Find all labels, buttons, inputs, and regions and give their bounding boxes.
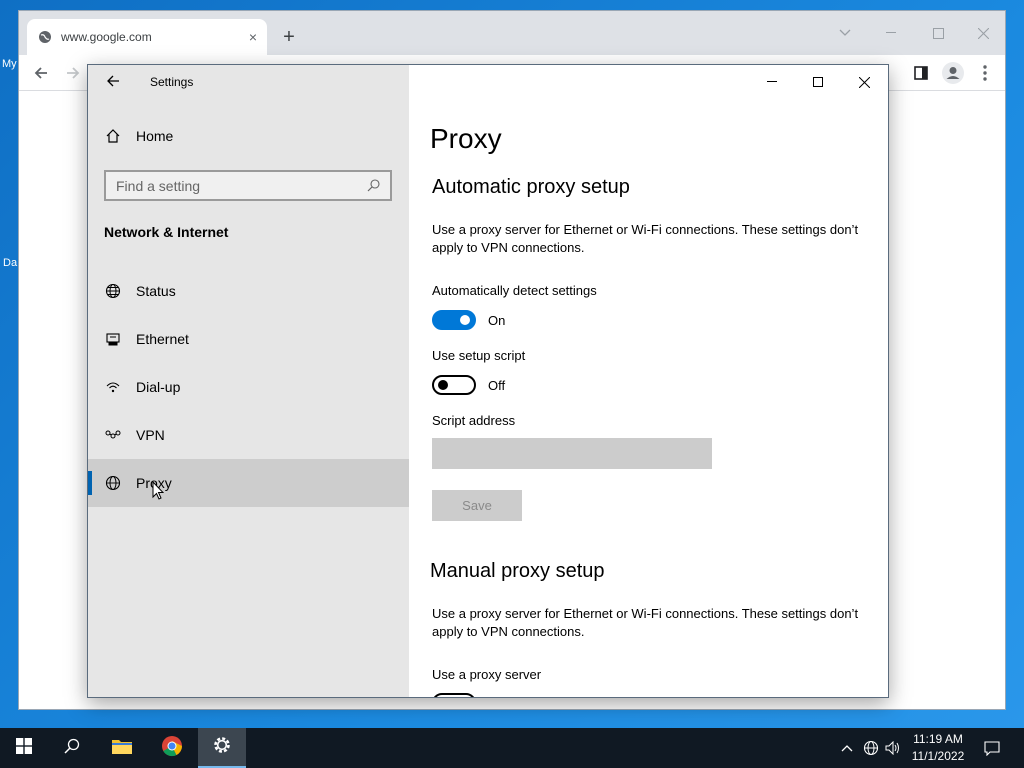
- side-panel-icon[interactable]: [907, 59, 935, 87]
- clock-time: 11:19 AM: [913, 732, 963, 746]
- auto-proxy-description: Use a proxy server for Ethernet or Wi-Fi…: [432, 222, 859, 255]
- settings-content: Proxy Automatic proxy setup Use a proxy …: [409, 65, 888, 697]
- section-title: Network & Internet: [104, 224, 229, 240]
- search-icon[interactable]: [366, 179, 380, 193]
- settings-window: Settings Home Network & Internet Status: [87, 64, 889, 698]
- script-address-input[interactable]: [432, 438, 712, 469]
- chrome-icon: [161, 735, 183, 762]
- tab-search-icon[interactable]: [831, 19, 859, 47]
- toggle-knob: [438, 380, 448, 390]
- forward-arrow-icon[interactable]: [59, 59, 87, 87]
- use-proxy-toggle[interactable]: [432, 693, 476, 697]
- auto-detect-state: On: [488, 313, 506, 328]
- back-arrow-icon[interactable]: [27, 59, 55, 87]
- network-globe-icon[interactable]: [861, 728, 881, 768]
- auto-detect-toggle[interactable]: [432, 310, 476, 330]
- minimize-icon[interactable]: [749, 65, 795, 99]
- browser-tab[interactable]: www.google.com ×: [27, 19, 267, 55]
- globe-icon: [104, 474, 122, 492]
- dialup-icon: [104, 378, 122, 396]
- notification-icon[interactable]: [980, 728, 1004, 768]
- folder-icon: [111, 737, 133, 760]
- sidebar-item-dial-up[interactable]: Dial-up: [88, 363, 409, 411]
- window-title: Settings: [150, 75, 194, 89]
- settings-sidebar: Settings Home Network & Internet Status: [88, 65, 409, 697]
- maximize-icon[interactable]: [795, 65, 841, 99]
- gear-icon: [212, 735, 232, 760]
- use-proxy-label: Use a proxy server: [432, 667, 542, 682]
- new-tab-button[interactable]: +: [277, 25, 301, 49]
- chrome-button[interactable]: [148, 728, 196, 768]
- globe-status-icon: [104, 282, 122, 300]
- show-hidden-icons-icon[interactable]: [838, 728, 856, 768]
- back-button[interactable]: [102, 72, 124, 94]
- sidebar-item-vpn[interactable]: VPN: [88, 411, 409, 459]
- manual-proxy-heading: Manual proxy setup: [430, 560, 605, 582]
- sidebar-item-label: Ethernet: [136, 331, 189, 347]
- setup-script-toggle[interactable]: [432, 375, 476, 395]
- close-icon[interactable]: [841, 65, 887, 99]
- sidebar-item-proxy[interactable]: Proxy: [88, 459, 409, 507]
- globe-icon: [37, 29, 53, 45]
- close-tab-icon[interactable]: ×: [249, 29, 257, 45]
- file-explorer-button[interactable]: [98, 728, 146, 768]
- profile-avatar-icon[interactable]: [939, 59, 967, 87]
- windows-logo-icon: [16, 737, 32, 759]
- manual-proxy-description: Use a proxy server for Ethernet or Wi-Fi…: [432, 606, 859, 639]
- home-icon: [104, 127, 122, 145]
- settings-titlebar: Settings: [88, 65, 409, 99]
- menu-dots-icon[interactable]: [971, 59, 999, 87]
- toggle-knob: [460, 315, 470, 325]
- home-nav-item[interactable]: Home: [104, 127, 173, 145]
- search-box[interactable]: [104, 170, 392, 201]
- settings-taskbar-button[interactable]: [198, 728, 246, 768]
- sidebar-item-label: VPN: [136, 427, 165, 443]
- clock[interactable]: 11:19 AM 11/1/2022: [900, 731, 976, 765]
- minimize-icon[interactable]: [877, 19, 905, 47]
- maximize-icon[interactable]: [924, 19, 952, 47]
- setup-script-state: Off: [488, 378, 506, 393]
- page-title: Proxy: [430, 123, 502, 154]
- tab-title: www.google.com: [61, 30, 152, 44]
- auto-detect-label: Automatically detect settings: [432, 283, 597, 298]
- mouse-cursor-icon: [152, 480, 165, 501]
- search-input[interactable]: [116, 177, 366, 194]
- search-icon: [64, 738, 80, 759]
- setup-script-label: Use setup script: [432, 348, 526, 363]
- desktop-icon-label[interactable]: Da: [3, 257, 17, 269]
- auto-proxy-heading: Automatic proxy setup: [432, 176, 630, 198]
- start-button[interactable]: [0, 728, 48, 768]
- sidebar-item-label: Dial-up: [136, 379, 181, 395]
- save-button[interactable]: Save: [432, 490, 522, 521]
- search-button[interactable]: [48, 728, 96, 768]
- script-address-label: Script address: [432, 413, 516, 428]
- clock-date: 11/1/2022: [911, 749, 965, 763]
- taskbar: 11:19 AM 11/1/2022: [0, 728, 1024, 768]
- back-arrow-icon: [106, 74, 120, 93]
- vpn-icon: [104, 426, 122, 444]
- home-label: Home: [136, 128, 174, 144]
- desktop-icon-label[interactable]: My: [2, 58, 17, 70]
- close-icon[interactable]: [969, 19, 997, 47]
- sidebar-item-status[interactable]: Status: [88, 267, 409, 315]
- chrome-tab-strip: www.google.com × +: [19, 11, 1005, 55]
- sidebar-item-label: Status: [136, 283, 176, 299]
- ethernet-icon: [104, 330, 122, 348]
- sidebar-item-ethernet[interactable]: Ethernet: [88, 315, 409, 363]
